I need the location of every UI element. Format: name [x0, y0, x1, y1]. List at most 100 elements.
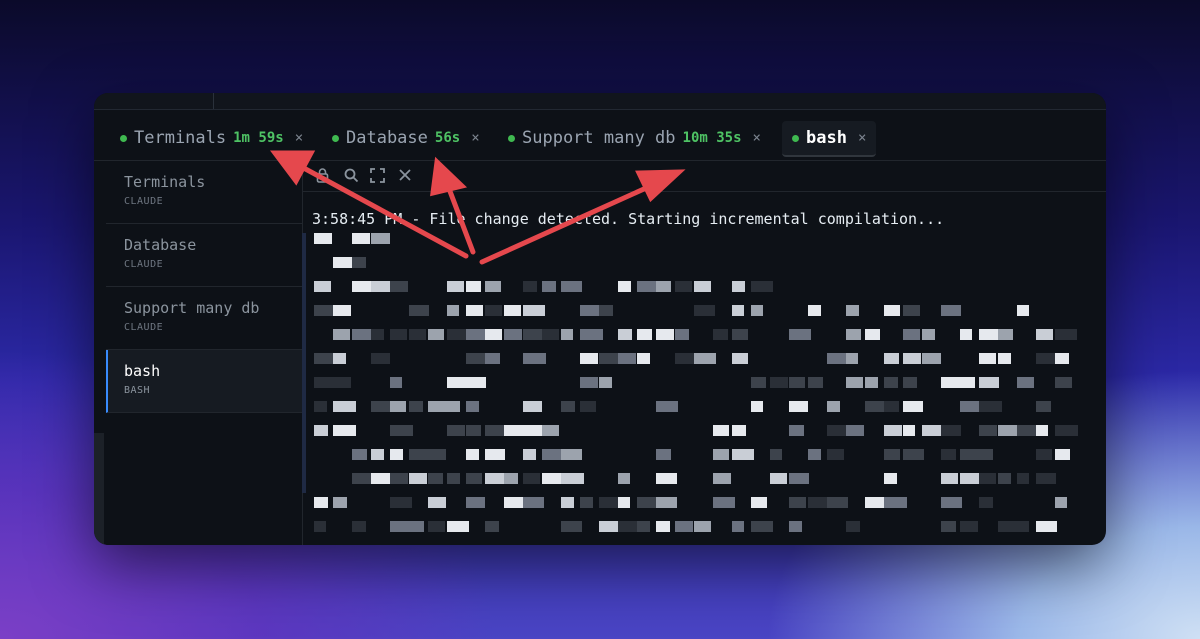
redacted-block: [998, 353, 1011, 364]
sidebar-item-database[interactable]: Database CLAUDE: [106, 224, 302, 287]
redacted-block: [903, 449, 924, 460]
search-icon[interactable]: [344, 168, 359, 187]
redacted-block: [1036, 473, 1056, 484]
close-icon[interactable]: ×: [753, 130, 761, 146]
redacted-block: [580, 497, 593, 508]
redacted-block: [466, 497, 485, 508]
redacted-block: [561, 329, 573, 340]
redacted-block: [732, 329, 748, 340]
redacted-block: [941, 497, 962, 508]
redacted-block: [1055, 353, 1069, 364]
redacted-block: [447, 305, 459, 316]
redacted-block: [333, 305, 351, 316]
redacted-block: [390, 449, 403, 460]
redacted-block: [428, 449, 446, 460]
redacted-block: [504, 329, 522, 340]
redacted-block: [352, 257, 366, 268]
redacted-block: [485, 305, 502, 316]
redacted-block: [561, 401, 575, 412]
redacted-block: [466, 377, 486, 388]
redacted-block: [390, 329, 407, 340]
sidebar-item-bash[interactable]: bash BASH: [106, 350, 304, 413]
redacted-block: [618, 329, 632, 340]
redacted-block: [713, 473, 731, 484]
redacted-block: [675, 281, 692, 292]
redacted-block: [941, 521, 956, 532]
redacted-block: [561, 473, 584, 484]
redacted-block: [466, 401, 479, 412]
status-dot-icon: [792, 134, 799, 142]
tab-terminals[interactable]: Terminals 1m 59s ×: [120, 121, 303, 155]
close-icon[interactable]: [398, 168, 412, 186]
redacted-block: [827, 353, 848, 364]
terminal-gutter: [302, 233, 306, 493]
tab-bar: Terminals 1m 59s × Database 56s × Suppor…: [94, 110, 1106, 161]
scrollbar[interactable]: [94, 433, 104, 545]
redacted-block: [732, 521, 744, 532]
close-icon[interactable]: ×: [858, 130, 866, 146]
lock-icon[interactable]: [316, 168, 329, 187]
redacted-block: [580, 305, 600, 316]
tab-bash[interactable]: bash ×: [782, 121, 877, 157]
tab-timer: 1m 59s: [233, 130, 284, 146]
redacted-block: [713, 497, 735, 508]
redacted-block: [333, 425, 356, 436]
redacted-block: [656, 449, 671, 460]
redacted-block: [827, 449, 844, 460]
sidebar-item-title: Terminals: [124, 173, 206, 191]
expand-icon[interactable]: [370, 168, 385, 187]
sidebar-item-support-many-db[interactable]: Support many db CLAUDE: [106, 287, 302, 350]
redacted-block: [447, 521, 469, 532]
redacted-block: [333, 497, 347, 508]
redacted-block: [846, 353, 858, 364]
sidebar-item-type: BASH: [124, 385, 151, 396]
sidebar-item-type: CLAUDE: [124, 322, 164, 333]
redacted-block: [713, 425, 729, 436]
redacted-block: [789, 377, 805, 388]
redacted-block: [599, 305, 613, 316]
redacted-block: [1017, 425, 1037, 436]
redacted-block: [390, 401, 406, 412]
redacted-block: [656, 281, 671, 292]
tab-support-many-db[interactable]: Support many db 10m 35s ×: [508, 121, 761, 155]
redacted-block: [1055, 425, 1078, 436]
sidebar-item-terminals[interactable]: Terminals CLAUDE: [106, 161, 302, 224]
redacted-block: [447, 377, 466, 388]
redacted-block: [333, 353, 346, 364]
redacted-block: [903, 377, 917, 388]
redacted-block: [561, 281, 582, 292]
redacted-block: [409, 473, 427, 484]
redacted-block: [827, 401, 840, 412]
redacted-block: [884, 401, 899, 412]
redacted-block: [409, 521, 424, 532]
redacted-block: [694, 281, 711, 292]
sidebar-item-type: CLAUDE: [124, 196, 164, 207]
redacted-block: [979, 449, 993, 460]
sidebar-item-type: CLAUDE: [124, 259, 164, 270]
redacted-block: [428, 497, 446, 508]
tab-database[interactable]: Database 56s ×: [332, 121, 480, 155]
close-icon[interactable]: ×: [471, 130, 479, 146]
redacted-block: [599, 353, 620, 364]
redacted-block: [580, 353, 598, 364]
redacted-block: [694, 305, 715, 316]
redacted-block: [561, 497, 574, 508]
divider: [213, 93, 214, 109]
redacted-block: [561, 521, 582, 532]
tab-timer: 10m 35s: [682, 130, 742, 146]
redacted-block: [656, 401, 678, 412]
close-icon[interactable]: ×: [295, 130, 303, 146]
redacted-block: [580, 329, 603, 340]
redacted-block: [485, 449, 505, 460]
redacted-block: [523, 497, 544, 508]
redacted-block: [409, 449, 430, 460]
sidebar-item-title: bash: [124, 362, 161, 380]
redacted-block: [371, 473, 391, 484]
redacted-block: [979, 425, 997, 436]
redacted-block: [846, 329, 861, 340]
redacted-block: [599, 377, 612, 388]
redacted-block: [504, 473, 518, 484]
redacted-block: [941, 425, 961, 436]
redacted-block: [523, 305, 545, 316]
redacted-block: [789, 425, 804, 436]
